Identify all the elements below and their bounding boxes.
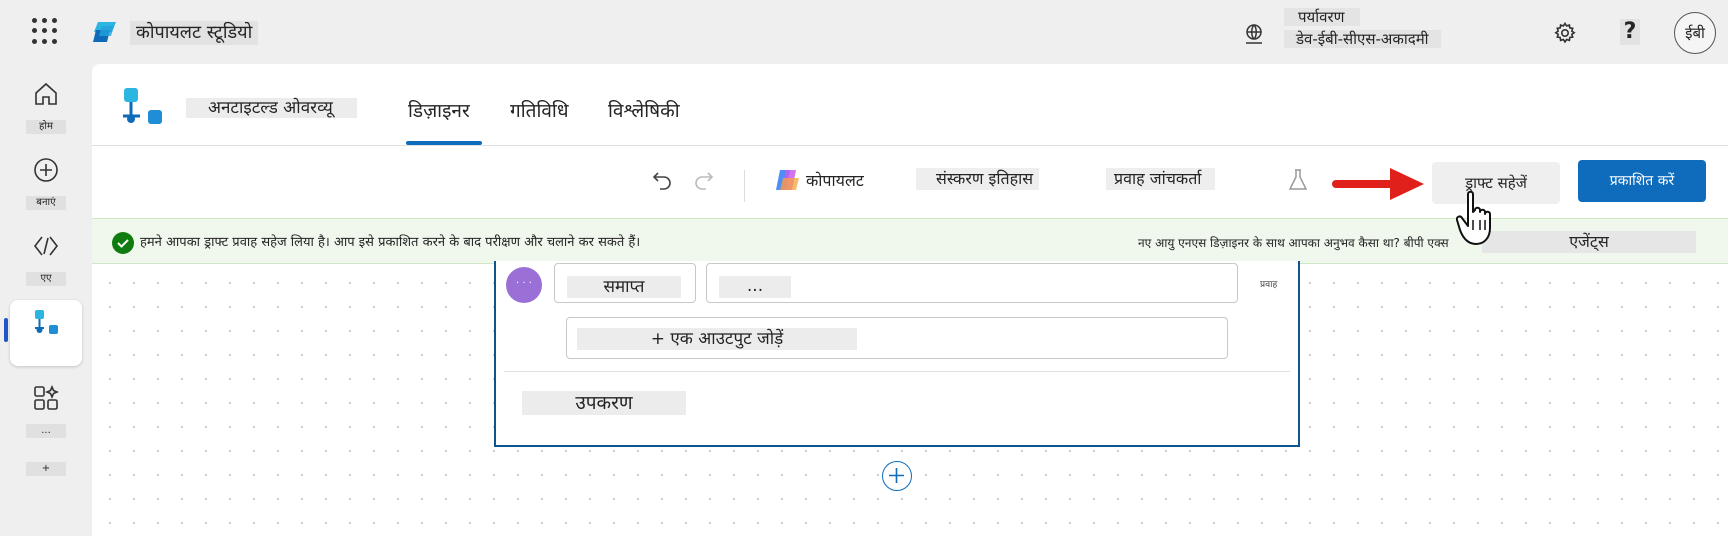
toolbar-divider [744,170,745,202]
flow-node[interactable]: · · · समाप्त ... प्रवाह + एक आउटपुट जोड़… [494,261,1300,447]
nav-label-home: होम [26,120,66,134]
main-panel: अनटाइटल्ड ओवरव्यू डिज़ाइनर गतिविधि विश्ल… [92,64,1728,536]
apps-sparkle-icon [34,384,60,410]
app-launcher-icon[interactable] [32,18,58,44]
flow-logo-icon [123,88,162,124]
copilot-studio-logo [93,22,116,42]
redo-icon[interactable] [692,168,716,192]
user-avatar[interactable]: ईबी [1674,12,1716,54]
tools-section-label: उपकरण [522,391,686,415]
add-output-button[interactable]: + एक आउटपुट जोड़ें [566,317,1228,359]
environment-name[interactable]: डेव-ईबी-सीएस-अकादमी [1284,30,1441,48]
hand-cursor-icon [1456,190,1491,245]
output-value-text: ... [719,276,791,298]
test-flask-icon[interactable] [1288,168,1308,192]
feedback-link[interactable]: नए आयु एनएस डिज़ाइनर के साथ आपका अनुभव क… [1138,234,1449,252]
save-draft-button[interactable]: ड्राफ्ट सहेजें [1432,162,1560,204]
agents-button[interactable]: एजेंट्स [1482,231,1696,253]
designer-canvas[interactable]: · · · समाप्त ... प्रवाह + एक आउटपुट जोड़… [92,261,1728,536]
top-bar: कोपायलट स्टूडियो पर्यावरण डेव-ईबी-सीएस-अ… [0,0,1728,64]
environment-icon[interactable] [1242,22,1266,46]
checkmark-icon [112,232,134,254]
nav-item-more[interactable]: ... [10,376,82,442]
add-output-label: + एक आउटपुट जोड़ें [577,328,857,350]
version-history-button[interactable]: संस्करण इतिहास [916,168,1040,190]
banner-message: हमने आपका ड्राफ्ट प्रवाह सहेज लिया है। आ… [140,235,641,250]
agent-icon [33,236,59,256]
environment-label: पर्यावरण [1284,8,1361,26]
home-icon [35,82,57,105]
nav-label-extra: + [26,462,66,476]
plus-icon [889,468,904,483]
add-circle-icon [34,158,58,182]
output-value-field[interactable]: ... [706,263,1238,303]
flows-icon [35,310,58,334]
tab-active-indicator [406,141,482,145]
flow-name[interactable]: अनटाइटल्ड ओवरव्यू [186,98,357,118]
left-navigation: होम बनाएं एए ... + [0,64,92,536]
add-step-button[interactable] [882,461,912,491]
nav-label-create: बनाएं [26,196,66,210]
tab-designer[interactable]: डिज़ाइनर [408,100,470,122]
active-nav-indicator [4,318,8,342]
nav-item-extra[interactable]: + [10,448,82,514]
nav-item-create[interactable]: बनाएं [10,148,82,214]
nav-item-home[interactable]: होम [10,72,82,138]
nav-item-agents[interactable]: एए [10,224,82,290]
flow-checker-button[interactable]: प्रवाह जांचकर्ता [1106,168,1216,190]
nav-label-agents: एए [26,272,66,286]
output-name-text: समाप्त [567,276,681,298]
nav-label-more: ... [26,424,66,438]
help-icon[interactable]: ? [1620,19,1640,45]
nav-item-flows[interactable] [10,300,82,366]
tab-analytics[interactable]: विश्लेषिकी [608,100,680,122]
red-arrow-annotation [1332,168,1424,200]
flow-tag: प्रवाह [1260,280,1278,290]
output-name-field[interactable]: समाप्त [554,263,696,303]
undo-icon[interactable] [650,168,674,192]
flow-header: अनटाइटल्ड ओवरव्यू डिज़ाइनर गतिविधि विश्ल… [92,64,1728,146]
tab-activity[interactable]: गतिविधि [510,100,569,122]
node-divider [504,371,1290,372]
publish-button[interactable]: प्रकाशित करें [1578,160,1706,202]
copilot-icon [776,170,799,190]
node-avatar: · · · [506,267,542,303]
settings-gear-icon[interactable] [1553,21,1577,45]
app-title: कोपायलट स्टूडियो [130,21,259,45]
copilot-button[interactable]: कोपायलट [806,170,864,192]
